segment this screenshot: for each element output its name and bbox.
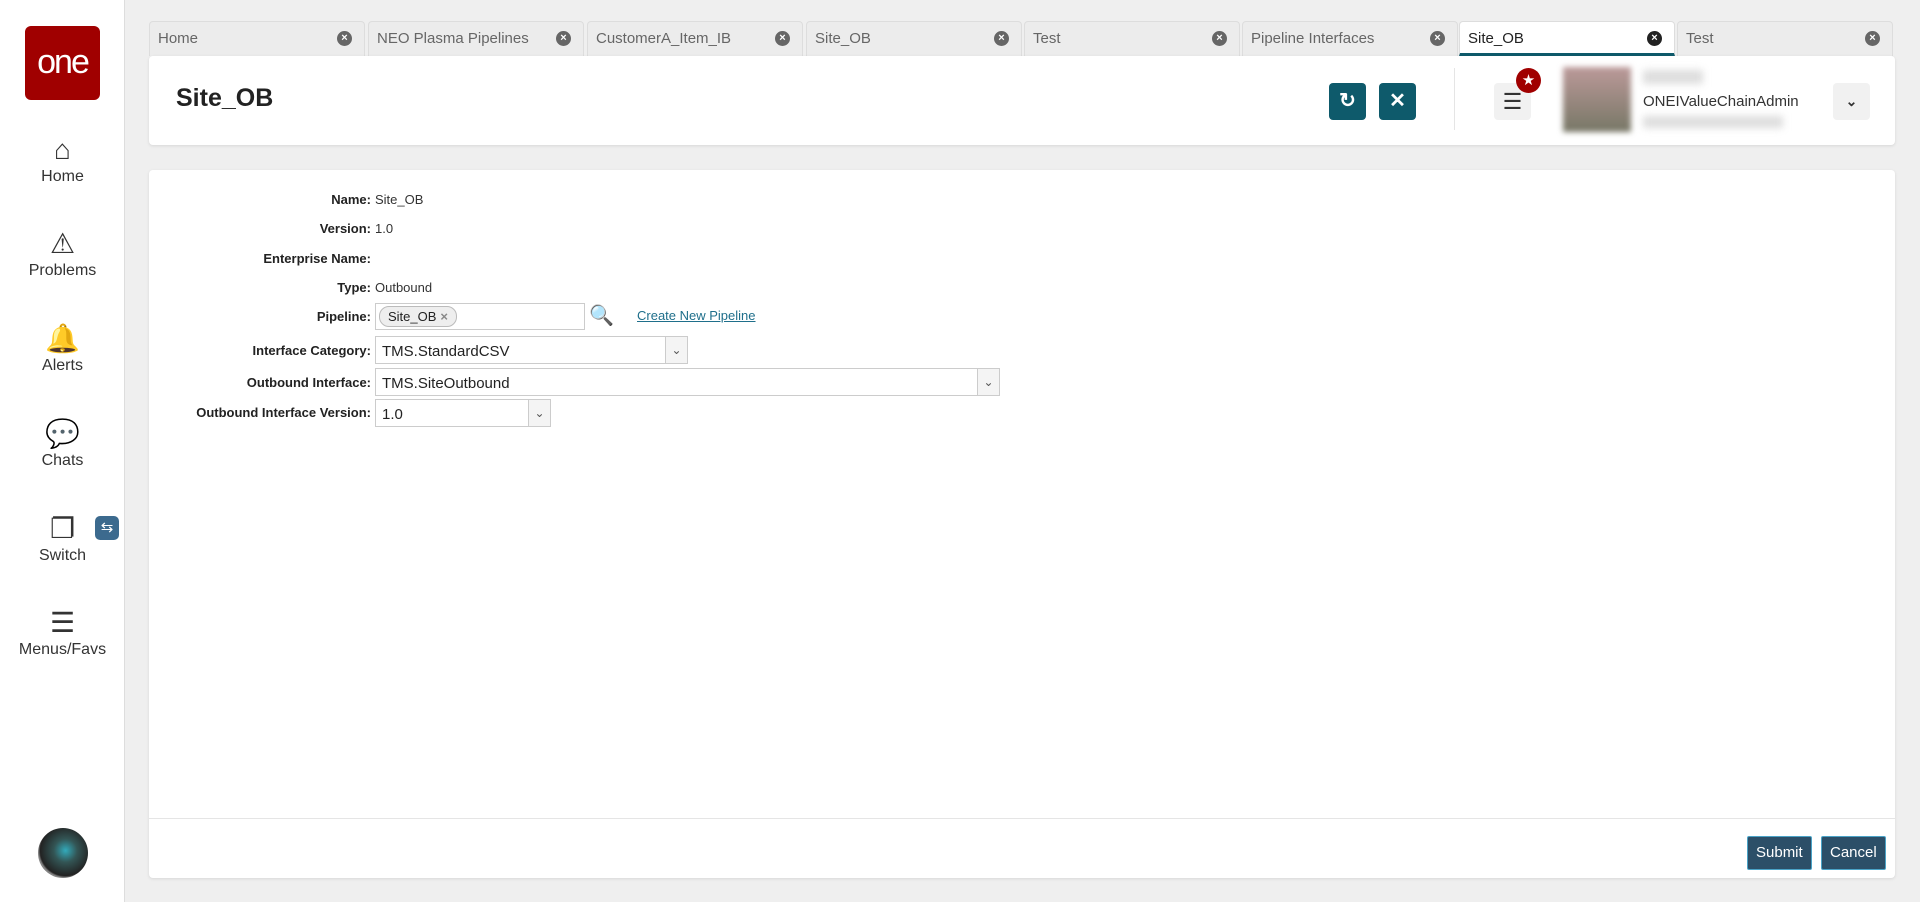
type-value: Outbound	[375, 279, 433, 295]
submit-button[interactable]: Submit	[1747, 836, 1812, 870]
outbound-interface-version-label: Outbound Interface Version:	[196, 404, 371, 420]
version-label: Version:	[319, 220, 371, 236]
sidebar-item-label: Menus/Favs	[18, 641, 107, 658]
close-icon: ✕	[1389, 90, 1406, 112]
remove-chip-icon[interactable]: ×	[440, 309, 448, 324]
sidebar-item-label: Home	[41, 168, 84, 185]
page-title: Site_OB	[176, 84, 274, 112]
tab-label: Test	[1686, 30, 1714, 47]
sidebar-item-label: Alerts	[42, 357, 83, 374]
sidebar-item-home[interactable]: ⌂ Home	[0, 134, 125, 186]
page-header: Site_OB ↻ ✕ ☰ ★ ONEIValueChainAdmin ⌄	[149, 56, 1895, 145]
close-tab-icon[interactable]: ×	[337, 31, 352, 46]
warning-icon: ⚠	[49, 228, 76, 259]
close-tab-icon[interactable]: ×	[1430, 31, 1445, 46]
bell-icon: 🔔	[45, 323, 80, 354]
sidebar-item-label: Chats	[41, 452, 84, 469]
blurred-subtitle	[1643, 116, 1783, 128]
name-value: Site_OB	[375, 191, 424, 207]
close-tab-icon[interactable]: ×	[775, 31, 790, 46]
user-avatar[interactable]	[1563, 67, 1631, 132]
pipeline-chip: Site_OB ×	[379, 306, 458, 327]
blurred-username	[1643, 70, 1703, 84]
sidebar: one ⌂ Home ⚠ Problems 🔔 Alerts 💬 Chats ❐ Swit…	[0, 0, 125, 902]
pipeline-input[interactable]: Site_OB ×	[375, 303, 585, 330]
tab-test-2[interactable]: Test ×	[1677, 21, 1893, 56]
chevron-down-icon: ⌄	[528, 400, 550, 426]
user-role: ONEIValueChainAdmin	[1643, 93, 1799, 110]
close-tab-icon[interactable]: ×	[1647, 31, 1662, 46]
footer-divider	[149, 818, 1895, 819]
tab-site-ob[interactable]: Site_OB ×	[806, 21, 1022, 56]
close-tab-icon[interactable]: ×	[1865, 31, 1880, 46]
tab-customera-item-ib[interactable]: CustomerA_Item_IB ×	[587, 21, 803, 56]
select-value: 1.0	[382, 406, 403, 423]
type-label: Type:	[337, 279, 371, 295]
pipeline-label: Pipeline:	[316, 308, 371, 324]
home-icon: ⌂	[54, 134, 71, 165]
tab-neo-plasma-pipelines[interactable]: NEO Plasma Pipelines ×	[368, 21, 584, 56]
assistant-avatar[interactable]	[38, 828, 88, 878]
divider	[1454, 68, 1455, 130]
close-tab-icon[interactable]: ×	[1212, 31, 1227, 46]
hamburger-icon: ☰	[1502, 89, 1523, 114]
outbound-interface-label: Outbound Interface:	[246, 374, 371, 390]
tab-label: Site_OB	[1468, 30, 1524, 47]
user-dropdown-button[interactable]: ⌄	[1833, 83, 1870, 120]
tab-label: Test	[1033, 30, 1061, 47]
outbound-interface-version-select[interactable]: 1.0 ⌄	[375, 399, 551, 427]
name-label: Name:	[331, 191, 371, 207]
sidebar-item-problems[interactable]: ⚠ Problems	[0, 228, 125, 280]
interface-category-select[interactable]: TMS.StandardCSV ⌄	[375, 336, 688, 364]
tab-label: Home	[158, 30, 199, 47]
tab-site-ob-active[interactable]: Site_OB ×	[1459, 21, 1675, 56]
sidebar-item-label: Problems	[28, 262, 97, 279]
select-value: TMS.StandardCSV	[382, 343, 510, 360]
select-value: TMS.SiteOutbound	[382, 375, 510, 392]
one-logo[interactable]: one	[25, 26, 100, 100]
create-new-pipeline-link[interactable]: Create New Pipeline	[637, 308, 756, 323]
search-zoom-icon[interactable]: 🔍	[589, 303, 614, 328]
version-value: 1.0	[375, 220, 394, 236]
sidebar-item-menus-favs[interactable]: ☰ Menus/Favs	[0, 607, 125, 659]
star-badge-icon[interactable]: ★	[1516, 68, 1541, 93]
swap-icon[interactable]: ⇆	[95, 516, 119, 540]
hamburger-icon: ☰	[49, 607, 76, 638]
pipeline-chip-label: Site_OB	[388, 309, 437, 324]
chat-icon: 💬	[45, 418, 80, 449]
outbound-interface-select[interactable]: TMS.SiteOutbound ⌄	[375, 368, 1000, 396]
close-tab-icon[interactable]: ×	[556, 31, 571, 46]
tab-label: Site_OB	[815, 30, 871, 47]
refresh-button[interactable]: ↻	[1329, 83, 1366, 120]
cancel-button[interactable]: Cancel	[1821, 836, 1886, 870]
chevron-down-icon: ⌄	[1845, 93, 1858, 109]
tab-pipeline-interfaces[interactable]: Pipeline Interfaces ×	[1242, 21, 1458, 56]
sidebar-item-chats[interactable]: 💬 Chats	[0, 418, 125, 470]
refresh-icon: ↻	[1339, 90, 1356, 112]
sidebar-item-label: Switch	[38, 547, 87, 564]
tab-home[interactable]: Home ×	[149, 21, 365, 56]
tab-label: CustomerA_Item_IB	[596, 30, 732, 47]
sidebar-item-alerts[interactable]: 🔔 Alerts	[0, 323, 125, 375]
chevron-down-icon: ⌄	[665, 337, 687, 363]
tab-label: NEO Plasma Pipelines	[377, 30, 529, 47]
chevron-down-icon: ⌄	[977, 369, 999, 395]
close-button[interactable]: ✕	[1379, 83, 1416, 120]
interface-category-label: Interface Category:	[252, 342, 371, 358]
enterprise-name-label: Enterprise Name:	[263, 250, 371, 266]
main-form: Name: Site_OB Version: 1.0 Enterprise Name…	[149, 170, 1895, 878]
tab-label: Pipeline Interfaces	[1251, 30, 1375, 47]
close-tab-icon[interactable]: ×	[994, 31, 1009, 46]
tab-test[interactable]: Test ×	[1024, 21, 1240, 56]
